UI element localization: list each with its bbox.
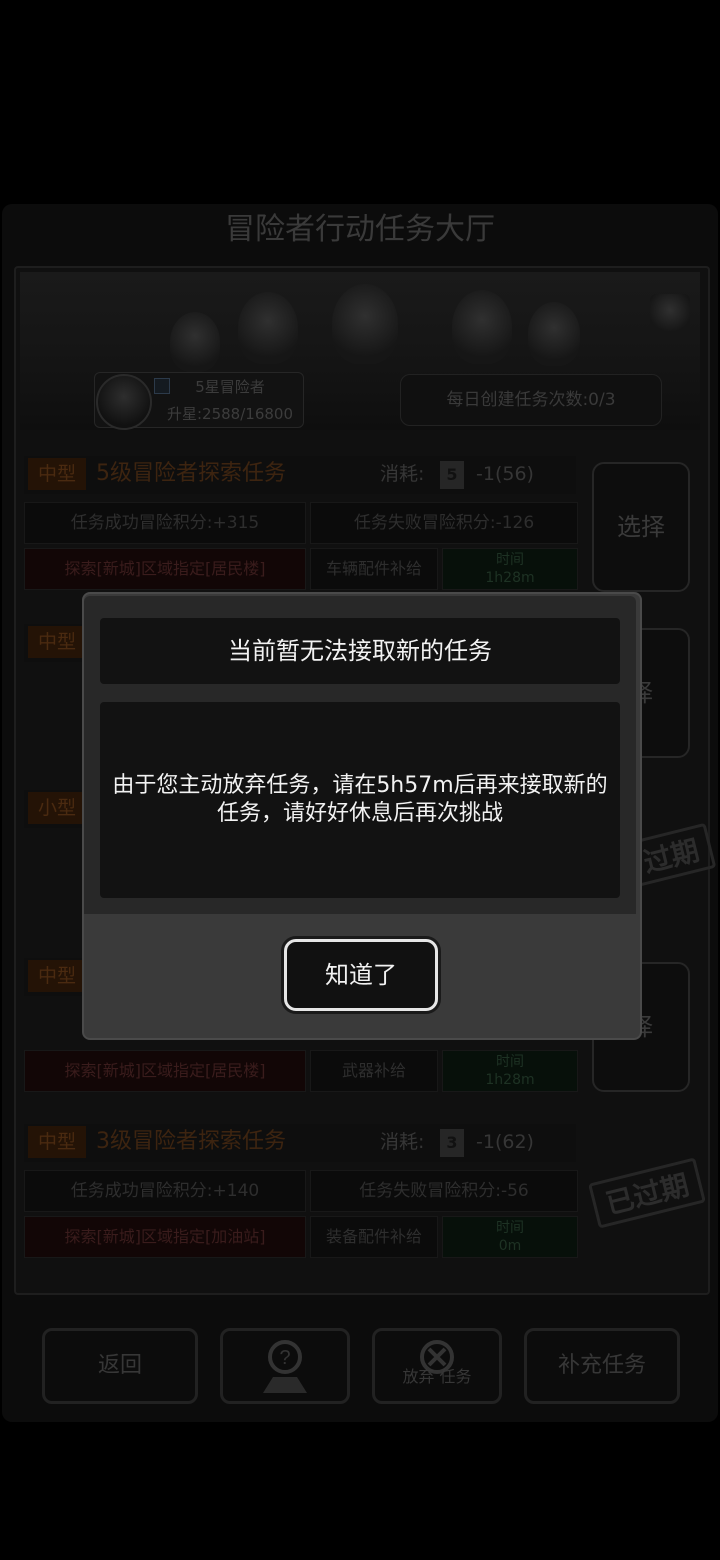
daily-create-count: 每日创建任务次数:0/3 <box>400 374 662 426</box>
ok-button[interactable]: 知道了 <box>284 939 438 1011</box>
task-size-tag: 小型 <box>28 792 86 824</box>
task-time: 时间 1h28m <box>442 1050 578 1092</box>
task-area: 探索[新城]区域指定[加油站] <box>24 1216 306 1258</box>
task-name: 5级冒险者探索任务 <box>96 461 286 486</box>
cost-value: -1(62) <box>476 1131 534 1153</box>
select-task-button[interactable]: 选择 <box>592 462 690 592</box>
task-size-tag: 中型 <box>28 626 86 658</box>
cost-label: 消耗: <box>380 463 425 485</box>
refill-task-button[interactable]: 补充任务 <box>524 1328 680 1404</box>
task-reward: 武器补给 <box>310 1050 438 1092</box>
fail-points: 任务失败冒险积分:-126 <box>310 502 578 544</box>
back-button[interactable]: 返回 <box>42 1328 198 1404</box>
success-points: 任务成功冒险积分:+315 <box>24 502 306 544</box>
avatar <box>96 374 152 430</box>
task-name: 3级冒险者探索任务 <box>96 1129 286 1154</box>
dice-icon: 5 <box>440 461 464 489</box>
help-button[interactable]: ? <box>220 1328 350 1404</box>
dice-icon: 3 <box>440 1129 464 1157</box>
task-reward: 车辆配件补给 <box>310 548 438 590</box>
task-area: 探索[新城]区域指定[居民楼] <box>24 1050 306 1092</box>
task-reward: 装备配件补给 <box>310 1216 438 1258</box>
dialog-message: 由于您主动放弃任务，请在5h57m后再来接取新的任务，请好好休息后再次挑战 <box>112 773 608 826</box>
task-size-tag: 中型 <box>28 1126 86 1158</box>
task-size-tag: 中型 <box>28 458 86 490</box>
cost-value: -1(56) <box>476 463 534 485</box>
dialog-title: 当前暂无法接取新的任务 <box>100 618 620 684</box>
task-card: 中型 3级冒险者探索任务 消耗: 3 -1(62) 任务成功冒险积分:+140 … <box>20 1120 580 1268</box>
svg-text:?: ? <box>279 1347 290 1369</box>
cost-label: 消耗: <box>380 1131 425 1153</box>
dialog-message-box: 由于您主动放弃任务，请在5h57m后再来接取新的任务，请好好休息后再次挑战 <box>100 702 620 898</box>
task-card: 中型 5级冒险者探索任务 消耗: 5 -1(56) 任务成功冒险积分:+315 … <box>20 452 580 600</box>
fail-points: 任务失败冒险积分:-56 <box>310 1170 578 1212</box>
task-area: 探索[新城]区域指定[居民楼] <box>24 548 306 590</box>
task-size-tag: 中型 <box>28 960 86 992</box>
abandon-task-label: 放弃 任务 <box>402 1367 472 1386</box>
help-icon: ? <box>263 1340 307 1393</box>
task-time: 时间 0m <box>442 1216 578 1258</box>
success-points: 任务成功冒险积分:+140 <box>24 1170 306 1212</box>
rank-label: 5星冒险者 <box>195 378 265 396</box>
abandon-task-button[interactable]: 放弃 任务 <box>372 1328 502 1404</box>
star-progress: 升星:2588/16800 <box>167 405 293 423</box>
hall-title: 冒险者行动任务大厅 <box>225 212 495 247</box>
task-time: 时间 1h28m <box>442 548 578 590</box>
